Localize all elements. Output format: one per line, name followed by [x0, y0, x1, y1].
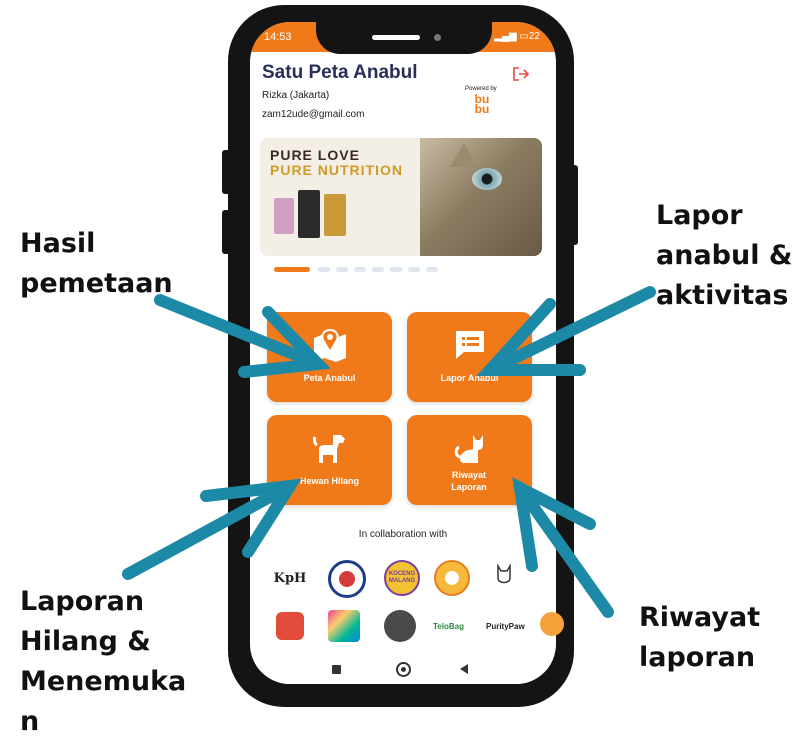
home-icon[interactable]: [396, 662, 411, 677]
partner-logo-circle: [328, 560, 366, 598]
cat-photo: [420, 138, 542, 256]
brand-logo: bu bu: [474, 92, 490, 116]
carousel-dot[interactable]: [390, 267, 402, 272]
cat-icon: [407, 431, 532, 472]
partner-logo-koceng-malang: KOCENG MALANG: [384, 560, 420, 596]
menu-peta-anabul[interactable]: Peta Anabul: [267, 312, 392, 402]
annotation-lapor-anabul: Lapor anabul & aktivitas: [656, 200, 793, 311]
recent-apps-icon[interactable]: [332, 665, 341, 674]
promo-banner[interactable]: PURE LOVE PURE NUTRITION: [260, 138, 542, 256]
carousel-dot[interactable]: [318, 267, 330, 272]
carousel-dot[interactable]: [372, 267, 384, 272]
menu-label: Peta Anabul: [303, 373, 356, 383]
status-time: 14:53: [264, 31, 292, 43]
menu-hewan-hilang[interactable]: Hewan Hilang: [267, 415, 392, 505]
phone-screen: 14:53 ▂▄▆ ▭22 Satu Peta Anabul Rizka (Ja…: [250, 22, 556, 684]
partner-logo-text: KpH: [273, 570, 307, 586]
signal-battery-icon: ▂▄▆ ▭22: [494, 31, 540, 42]
partner-logo-colorful: [328, 610, 360, 642]
partner-logo-red: [276, 612, 304, 640]
product-package: [298, 190, 320, 238]
partner-logo-circle: [434, 560, 470, 596]
partner-logo-telobag: TeloBag: [433, 622, 464, 631]
cat-eye: [472, 168, 502, 190]
product-package: [324, 194, 346, 236]
partner-logo-inner: [339, 571, 355, 587]
partner-logo-kph: KpH: [273, 562, 307, 594]
partner-logo-text: KOCENG MALANG: [388, 571, 416, 584]
menu-riwayat-laporan[interactable]: Riwayat Laporan: [407, 415, 532, 505]
back-icon[interactable]: [460, 664, 468, 674]
carousel-dot[interactable]: [426, 267, 438, 272]
speaker-grille: [372, 35, 420, 40]
battery-level: 22: [528, 31, 540, 42]
partner-logo-puritypaw: PurityPaw: [486, 622, 525, 631]
android-nav-bar: [250, 655, 556, 684]
carousel-dot[interactable]: [336, 267, 348, 272]
camera-notch: [316, 22, 492, 54]
menu-label: Hewan Hilang: [299, 476, 359, 486]
product-package: [274, 198, 294, 234]
dog-icon: [267, 431, 392, 472]
partner-logo-dome: [384, 610, 416, 642]
user-name: Rizka (Jakarta): [262, 90, 330, 101]
cat-ear: [450, 143, 478, 167]
partner-logo-cat: [488, 560, 520, 592]
menu-lapor-anabul[interactable]: Lapor Anabul: [407, 312, 532, 402]
collab-title: In collaboration with: [358, 529, 448, 540]
annotation-hasil-pemetaan: Hasil pemetaan: [20, 228, 173, 299]
annotation-laporan-hilang: Laporan Hilang & Menemuka n: [20, 586, 187, 737]
chat-report-icon: [407, 328, 532, 367]
banner-headline-2: PURE NUTRITION: [270, 162, 403, 178]
menu-label: Lapor Anabul: [440, 373, 499, 383]
banner-headline-1: PURE LOVE: [270, 147, 360, 163]
floating-action-button[interactable]: [540, 612, 564, 636]
annotation-riwayat-laporan: Riwayat laporan: [639, 602, 761, 673]
front-camera: [434, 34, 441, 41]
carousel-dot[interactable]: [408, 267, 420, 272]
logout-icon[interactable]: [512, 66, 530, 86]
map-pin-icon: [267, 328, 392, 369]
app-title: Satu Peta Anabul: [262, 62, 418, 83]
user-email: zam12ude@gmail.com: [262, 109, 365, 120]
carousel-dot-active[interactable]: [274, 267, 310, 272]
partner-logo-inner: [445, 571, 459, 585]
carousel-dot[interactable]: [354, 267, 366, 272]
menu-label: Riwayat Laporan: [451, 470, 487, 492]
